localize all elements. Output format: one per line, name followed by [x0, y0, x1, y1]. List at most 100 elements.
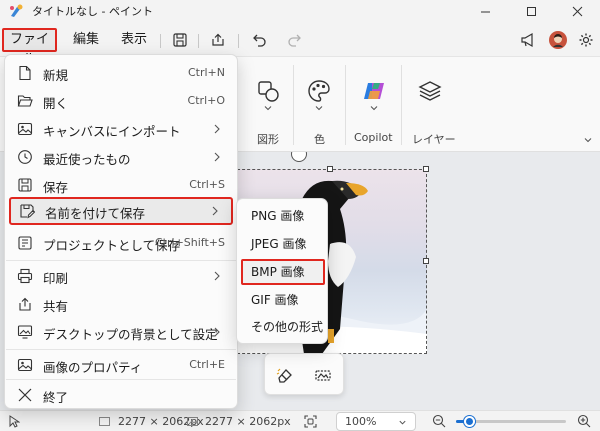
- menu-item-share[interactable]: 共有: [7, 290, 235, 318]
- menu-item-exit[interactable]: 終了: [7, 381, 235, 409]
- shapes-icon: [258, 81, 279, 102]
- menu-item-print[interactable]: 印刷: [7, 262, 235, 290]
- zoom-in-icon[interactable]: [577, 414, 591, 428]
- undo-icon[interactable]: [250, 30, 270, 50]
- minimize-icon[interactable]: [462, 0, 508, 22]
- zoom-dropdown[interactable]: 100%: [336, 412, 416, 431]
- layers-icon: [418, 81, 442, 101]
- edit-menu-button[interactable]: 編集: [70, 28, 102, 52]
- import-image-icon: [17, 122, 33, 136]
- menu-item-save-as-project[interactable]: プロジェクトとして保存 Ctrl+Shift+S: [7, 229, 235, 257]
- shapes-group[interactable]: 図形: [240, 57, 292, 153]
- menu-divider: [6, 379, 236, 380]
- submenu-item-bmp[interactable]: BMP 画像: [241, 259, 325, 285]
- submenu-item-jpeg[interactable]: JPEG 画像: [241, 231, 325, 257]
- menu-item-label: 印刷: [43, 271, 69, 286]
- file-menu: 新規 Ctrl+N 開く Ctrl+O キャンバスにインポート 最近使ったもの …: [4, 54, 238, 409]
- chevron-down-icon: [315, 106, 323, 111]
- image-properties-icon: [17, 358, 33, 372]
- new-file-icon: [19, 65, 31, 81]
- rotate-handle[interactable]: [291, 152, 307, 162]
- avatar[interactable]: [548, 30, 568, 50]
- status-bar: 2277 × 2062px 2277 × 2062px 100%: [0, 410, 600, 431]
- save-icon: [18, 178, 32, 192]
- chevron-right-icon: [214, 271, 220, 281]
- submenu-item-gif[interactable]: GIF 画像: [241, 287, 325, 313]
- menu-item-shortcut: Ctrl+Shift+S: [155, 236, 225, 249]
- close-icon[interactable]: [554, 0, 600, 22]
- file-menu-button[interactable]: ファイル: [2, 28, 57, 67]
- chevron-right-icon: [212, 206, 218, 216]
- copilot-group[interactable]: Copilot: [348, 57, 400, 153]
- copilot-label: Copilot: [354, 131, 393, 144]
- maximize-icon[interactable]: [508, 0, 554, 22]
- ribbon-expand-chevron-icon[interactable]: [583, 135, 593, 145]
- menu-divider: [238, 34, 239, 48]
- submenu-item-other-formats[interactable]: その他の形式: [241, 314, 325, 340]
- fit-to-window-icon[interactable]: [303, 414, 318, 429]
- save-icon[interactable]: [170, 30, 190, 50]
- image-size-icon: [187, 417, 198, 426]
- floating-toolbar: [264, 353, 344, 395]
- eraser-icon[interactable]: [275, 365, 295, 385]
- menu-item-label: デスクトップの背景として設定: [43, 327, 218, 342]
- folder-open-icon: [17, 95, 33, 107]
- save-as-submenu: PNG 画像 JPEG 画像 BMP 画像 GIF 画像 その他の形式: [236, 198, 328, 344]
- chevron-right-icon: [214, 152, 220, 162]
- menu-item-label: キャンバスにインポート: [43, 124, 181, 139]
- menu-item-label: 画像のプロパティ: [43, 360, 143, 375]
- copilot-icon: [364, 83, 384, 99]
- save-project-icon: [18, 236, 32, 250]
- color-group[interactable]: 色: [294, 57, 346, 153]
- paint-app-icon: [10, 4, 23, 17]
- resize-handle[interactable]: [327, 166, 333, 172]
- layers-group[interactable]: レイヤー: [404, 57, 460, 153]
- share-icon: [19, 297, 31, 311]
- menu-divider: [6, 260, 236, 261]
- save-as-icon: [20, 204, 35, 219]
- menu-item-label: 新規: [43, 68, 69, 83]
- zoom-slider[interactable]: [456, 416, 566, 427]
- menu-divider: [198, 34, 199, 48]
- exit-icon: [18, 388, 32, 402]
- menu-divider: [160, 34, 161, 48]
- menu-item-image-properties[interactable]: 画像のプロパティ Ctrl+E: [7, 351, 235, 379]
- chevron-down-icon: [370, 106, 378, 111]
- desktop-background-icon: [17, 325, 33, 339]
- background-remove-icon[interactable]: [313, 365, 333, 385]
- menu-item-shortcut: Ctrl+N: [187, 66, 225, 79]
- redo-icon[interactable]: [284, 30, 304, 50]
- menu-item-label: 開く: [43, 96, 69, 111]
- canvas-size-icon: [99, 417, 110, 426]
- title-bar: タイトルなし - ペイント: [0, 0, 600, 22]
- menu-item-import-to-canvas[interactable]: キャンバスにインポート: [7, 115, 235, 143]
- menu-item-shortcut: Ctrl+S: [189, 178, 225, 191]
- menu-item-save[interactable]: 保存 Ctrl+S: [7, 171, 235, 199]
- palette-icon: [308, 80, 330, 102]
- resize-handle[interactable]: [423, 166, 429, 172]
- menu-item-label: 最近使ったもの: [43, 152, 131, 167]
- menu-item-label: 名前を付けて保存: [45, 206, 146, 221]
- print-icon: [17, 268, 33, 284]
- menu-item-label: 共有: [43, 299, 69, 314]
- share-icon[interactable]: [208, 30, 228, 50]
- settings-icon[interactable]: [576, 30, 596, 50]
- resize-handle[interactable]: [423, 258, 429, 264]
- pointer-icon: [9, 415, 20, 428]
- announcement-icon[interactable]: [518, 30, 538, 50]
- chevron-down-icon: [399, 420, 406, 425]
- menu-item-new[interactable]: 新規 Ctrl+N: [7, 59, 235, 87]
- image-size: 2277 × 2062px: [205, 415, 291, 428]
- submenu-item-png[interactable]: PNG 画像: [241, 203, 325, 229]
- menu-item-recent[interactable]: 最近使ったもの: [7, 143, 235, 171]
- menu-item-save-as[interactable]: 名前を付けて保存: [9, 197, 233, 225]
- view-menu-button[interactable]: 表示: [118, 28, 150, 52]
- zoom-slider-thumb[interactable]: [464, 416, 476, 427]
- menu-divider: [6, 349, 236, 350]
- menu-item-set-desktop-background[interactable]: デスクトップの背景として設定: [7, 318, 235, 346]
- menu-item-shortcut: Ctrl+E: [189, 358, 225, 371]
- recent-clock-icon: [18, 150, 32, 164]
- menu-item-open[interactable]: 開く Ctrl+O: [7, 87, 235, 115]
- menu-item-label: 終了: [43, 390, 69, 405]
- zoom-out-icon[interactable]: [432, 414, 446, 428]
